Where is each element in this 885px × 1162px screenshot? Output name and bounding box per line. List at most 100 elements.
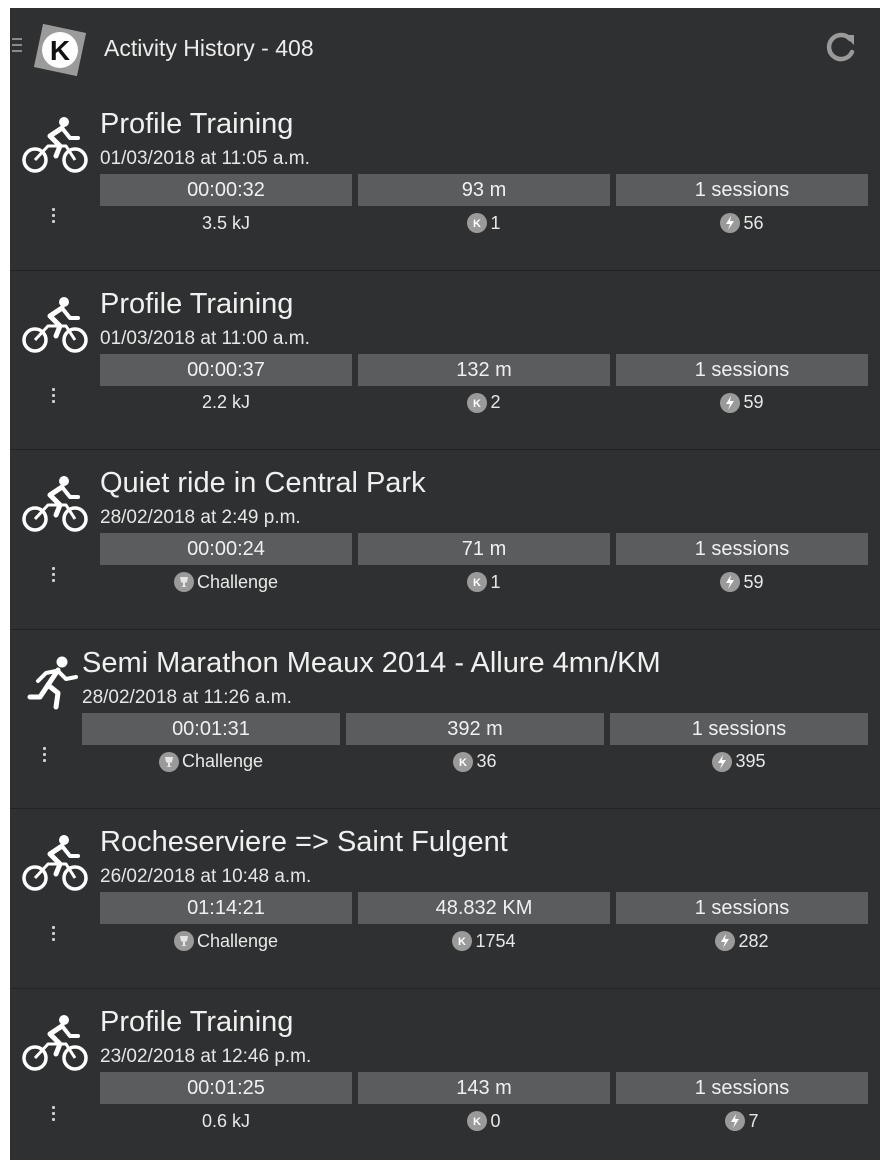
- activity-title: Semi Marathon Meaux 2014 - Allure 4mn/KM: [82, 646, 661, 679]
- boost-value: 59: [616, 390, 868, 416]
- activity-date: 28/02/2018 at 2:49 p.m.: [100, 507, 301, 529]
- activity-date: 01/03/2018 at 11:00 a.m.: [100, 327, 310, 349]
- activity-info: Challenge K 1 59: [100, 569, 868, 595]
- kpoints-icon: K: [467, 213, 488, 233]
- duration-value: 00:00:24: [100, 533, 352, 566]
- energy-value: 2.2 kJ: [201, 392, 251, 413]
- app-screen: K Activity History - 408 Profile Trainin…: [10, 8, 880, 1160]
- activity-row[interactable]: Profile Training 23/02/2018 at 12:46 p.m.…: [10, 988, 880, 1160]
- activity-title: Quiet ride in Central Park: [100, 467, 426, 500]
- activity-stats: 00:00:37 132 m1 sessions: [100, 353, 868, 386]
- cycling-icon: [20, 1014, 90, 1074]
- kpoints-icon: K: [467, 572, 488, 593]
- activity-stats: 00:00:32 93 m1 sessions: [100, 174, 868, 206]
- more-options-icon[interactable]: [52, 567, 56, 583]
- boost-value: 282: [616, 928, 868, 954]
- duration-value: 00:01:25: [100, 1072, 352, 1104]
- challenge-label: Challenge: [82, 749, 340, 775]
- challenge-label: Challenge: [100, 928, 352, 954]
- cycling-icon: [20, 116, 90, 176]
- activity-date: 01/03/2018 at 11:05 a.m.: [100, 148, 310, 169]
- kpoints-value: K2: [358, 390, 610, 416]
- svg-text:K: K: [458, 936, 466, 948]
- lightning-icon: [712, 751, 733, 772]
- distance-value: 143 m: [358, 1072, 610, 1104]
- challenge-label: Challenge: [100, 569, 352, 595]
- sessions-value: 1 sessions: [616, 1072, 868, 1104]
- boost-value: 7: [616, 1108, 868, 1134]
- duration-value: 00:00:37: [100, 353, 352, 386]
- duration-value: 00:01:31: [82, 712, 340, 745]
- cycling-icon: [20, 834, 90, 894]
- duration-value: 01:14:21: [100, 892, 352, 925]
- distance-value: 48.832 KM: [358, 892, 610, 925]
- sessions-value: 1 sessions: [616, 174, 868, 206]
- activity-date: 28/02/2018 at 11:26 a.m.: [82, 686, 292, 708]
- page-title: Activity History - 408: [104, 35, 314, 61]
- kpoints-icon: K: [467, 392, 488, 413]
- cycling-icon: [20, 296, 90, 356]
- svg-text:K: K: [474, 398, 482, 410]
- activity-title: Rocheserviere => Saint Fulgent: [100, 826, 508, 859]
- activity-title: Profile Training: [100, 108, 294, 140]
- boost-value: 56: [616, 210, 868, 236]
- trophy-icon: [173, 931, 194, 952]
- distance-value: 132 m: [358, 353, 610, 386]
- kpoints-value: K1: [358, 210, 610, 236]
- activity-date: 23/02/2018 at 12:46 p.m.: [100, 1046, 312, 1067]
- svg-text:K: K: [460, 757, 468, 769]
- kpoints-icon: K: [467, 1111, 488, 1131]
- cycling-icon: [20, 475, 90, 535]
- svg-text:K: K: [474, 1116, 482, 1128]
- more-options-icon[interactable]: [52, 1106, 56, 1122]
- activity-info: 0.6 kJ K 0 7: [100, 1108, 868, 1134]
- activity-stats: 00:00:24 71 m1 sessions: [100, 533, 868, 566]
- more-options-icon[interactable]: [52, 208, 56, 224]
- logo-letter: K: [50, 35, 70, 66]
- activity-row[interactable]: Profile Training 01/03/2018 at 11:00 a.m.…: [10, 270, 880, 451]
- kpoints-value: K 36: [346, 749, 604, 775]
- more-options-icon[interactable]: [52, 926, 56, 942]
- trophy-icon: [173, 572, 194, 593]
- app-logo[interactable]: K: [28, 18, 92, 82]
- distance-value: 93 m: [358, 174, 610, 206]
- activity-date: 26/02/2018 at 10:48 a.m.: [100, 866, 312, 888]
- activity-stats: 01:14:21 48.832 KM 1 sessions: [100, 892, 868, 925]
- kpoints-value: K1: [358, 569, 610, 595]
- activity-row[interactable]: Semi Marathon Meaux 2014 - Allure 4mn/KM…: [10, 629, 880, 810]
- lightning-icon: [720, 572, 741, 593]
- lightning-icon: [720, 392, 741, 413]
- energy-value: 3.5 kJ: [201, 212, 251, 233]
- activity-title: Profile Training: [100, 287, 294, 320]
- energy-value: 0.6 kJ: [201, 1110, 251, 1131]
- distance-value: 71 m: [358, 533, 610, 566]
- kpoints-icon: K: [452, 931, 473, 952]
- lightning-icon: [715, 931, 736, 952]
- sessions-value: 1 sessions: [610, 712, 868, 745]
- activity-title: Profile Training: [100, 1006, 294, 1038]
- trophy-icon: [158, 751, 179, 772]
- svg-text:K: K: [474, 577, 482, 589]
- activity-info: 2.2 kJ K 2 59: [100, 390, 868, 416]
- activity-row[interactable]: Quiet ride in Central Park 28/02/2018 at …: [10, 449, 880, 630]
- distance-value: 392 m: [346, 712, 604, 745]
- boost-value: 59: [616, 569, 868, 595]
- menu-icon[interactable]: [12, 38, 22, 54]
- activity-stats: 00:01:31 392 m1 sessions: [82, 712, 868, 745]
- more-options-icon[interactable]: [52, 387, 56, 404]
- svg-text:K: K: [474, 218, 482, 230]
- refresh-icon[interactable]: [820, 28, 860, 68]
- running-icon: [18, 655, 88, 715]
- app-bar: K Activity History - 408: [10, 8, 880, 90]
- activity-info: Challenge K 1754 282: [100, 928, 868, 954]
- sessions-value: 1 sessions: [616, 892, 868, 925]
- kpoints-value: K0: [358, 1108, 610, 1134]
- activity-info: Challenge K 36 395: [82, 749, 868, 775]
- activity-stats: 00:01:25 143 m1 sessions: [100, 1072, 868, 1104]
- more-options-icon[interactable]: [43, 746, 47, 763]
- activity-row[interactable]: Rocheserviere => Saint Fulgent 26/02/2018…: [10, 808, 880, 989]
- activity-row[interactable]: Profile Training 01/03/2018 at 11:05 a.m.…: [10, 90, 880, 271]
- lightning-icon: [720, 213, 741, 233]
- activity-info: 3.5 kJ K 1 56: [100, 210, 868, 236]
- lightning-icon: [725, 1111, 746, 1131]
